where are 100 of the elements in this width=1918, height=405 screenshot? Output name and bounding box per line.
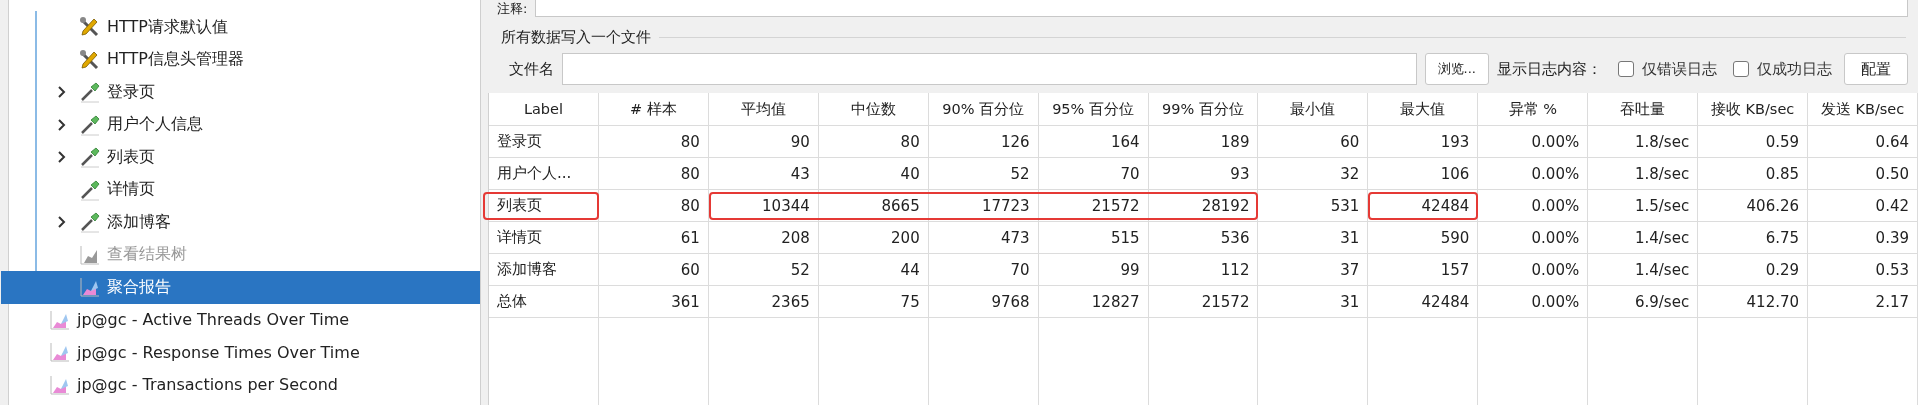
tree-item[interactable]: HTTP信息头管理器: [37, 43, 480, 76]
table-cell: 90: [708, 126, 819, 158]
column-header[interactable]: # 样本: [598, 93, 709, 126]
table-cell: 2.17: [1808, 286, 1918, 318]
file-name-label: 文件名: [509, 59, 554, 79]
table-cell: 12827: [1038, 286, 1149, 318]
table-cell: 6.9/sec: [1588, 286, 1699, 318]
table-cell: 31: [1258, 222, 1369, 254]
chart-icon: [79, 276, 101, 299]
table-cell: 361: [598, 286, 709, 318]
table-cell: 0.00%: [1478, 126, 1589, 158]
table-cell: 80: [598, 158, 709, 190]
table-cell: 106: [1368, 158, 1479, 190]
table-cell: 531: [1258, 190, 1369, 222]
comment-field[interactable]: [535, 0, 1908, 17]
chart-icon: [49, 308, 71, 331]
table-cell: 80: [818, 126, 929, 158]
table-cell: 0.59: [1698, 126, 1809, 158]
tree-item[interactable]: jp@gc - Transactions per Second: [9, 368, 480, 401]
table-cell: 99: [1038, 254, 1149, 286]
column-header[interactable]: 中位数: [818, 93, 929, 126]
table-cell: 43: [708, 158, 819, 190]
table-cell: 0.00%: [1478, 222, 1589, 254]
column-header[interactable]: Label: [489, 93, 599, 126]
table-cell: 70: [928, 254, 1039, 286]
tools-icon: [79, 48, 101, 71]
table-cell: 80: [598, 126, 709, 158]
table-cell: 10344: [708, 190, 819, 222]
table-cell: 52: [928, 158, 1039, 190]
table-cell: 189: [1148, 126, 1259, 158]
table-cell: 40: [818, 158, 929, 190]
table-cell: 32: [1258, 158, 1369, 190]
table-cell: 详情页: [489, 222, 599, 254]
table-cell: 0.50: [1808, 158, 1918, 190]
tree-item[interactable]: 详情页: [37, 173, 480, 206]
tree-item[interactable]: 聚合报告: [1, 271, 480, 304]
table-cell: 112: [1148, 254, 1259, 286]
table-cell: 80: [598, 190, 709, 222]
tree-item[interactable]: jp@gc - Active Threads Over Time: [9, 303, 480, 336]
table-cell: 0.00%: [1478, 286, 1589, 318]
tree-item[interactable]: jp@gc - Response Times Over Time: [9, 336, 480, 369]
table-cell: 添加博客: [489, 254, 599, 286]
table-cell: 61: [598, 222, 709, 254]
table-cell: 0.42: [1808, 190, 1918, 222]
table-cell: 193: [1368, 126, 1479, 158]
column-header[interactable]: 接收 KB/sec: [1698, 93, 1809, 126]
chart-icon: [49, 373, 71, 396]
table-cell: 1.5/sec: [1588, 190, 1699, 222]
tree-item[interactable]: 用户个人信息: [37, 108, 480, 141]
chart-icon: [79, 243, 101, 266]
table-cell: 0.53: [1808, 254, 1918, 286]
column-header[interactable]: 吞吐量: [1588, 93, 1699, 126]
tree-item[interactable]: 登录页: [37, 76, 480, 109]
file-name-field[interactable]: [562, 53, 1417, 85]
browse-button[interactable]: 浏览...: [1424, 53, 1489, 85]
table-cell: 0.85: [1698, 158, 1809, 190]
config-button[interactable]: 配置: [1844, 53, 1908, 85]
table-cell: 总体: [489, 286, 599, 318]
comment-label: 注释:: [497, 0, 528, 16]
chart-icon: [49, 341, 71, 364]
table-cell: 536: [1148, 222, 1259, 254]
column-header[interactable]: 99% 百分位: [1148, 93, 1259, 126]
checkbox[interactable]: [1733, 61, 1749, 77]
table-cell: 列表页: [489, 190, 599, 222]
table-cell: 17723: [928, 190, 1039, 222]
table-cell: 208: [708, 222, 819, 254]
table-cell: 406.26: [1698, 190, 1809, 222]
column-header[interactable]: 90% 百分位: [928, 93, 1039, 126]
column-header[interactable]: 最小值: [1258, 93, 1369, 126]
table-cell: 登录页: [489, 126, 599, 158]
column-header[interactable]: 平均值: [708, 93, 819, 126]
table-cell: 28192: [1148, 190, 1259, 222]
column-header[interactable]: 95% 百分位: [1038, 93, 1149, 126]
tree-item[interactable]: HTTP请求默认值: [37, 11, 480, 44]
table-cell: 52: [708, 254, 819, 286]
table-cell: 412.70: [1698, 286, 1809, 318]
table-cell: 37: [1258, 254, 1369, 286]
checkbox[interactable]: [1618, 61, 1634, 77]
table-cell: 515: [1038, 222, 1149, 254]
table-cell: 473: [928, 222, 1039, 254]
table-cell: 44: [818, 254, 929, 286]
table-cell: 1.8/sec: [1588, 158, 1699, 190]
table-cell: 1.8/sec: [1588, 126, 1699, 158]
column-header[interactable]: 异常 %: [1478, 93, 1589, 126]
tree-item[interactable]: 列表页: [37, 141, 480, 174]
checkbox-label: 仅成功日志: [1757, 59, 1832, 79]
table-cell: 21572: [1038, 190, 1149, 222]
table-cell: 42484: [1368, 286, 1479, 318]
column-header[interactable]: 最大值: [1368, 93, 1479, 126]
table-cell: 2365: [708, 286, 819, 318]
column-header[interactable]: 发送 KB/sec: [1808, 93, 1918, 126]
table-cell: 60: [1258, 126, 1369, 158]
table-cell: 590: [1368, 222, 1479, 254]
table-cell: 42484: [1368, 190, 1479, 222]
table-cell: 75: [818, 286, 929, 318]
table-cell: 0.00%: [1478, 158, 1589, 190]
tree-item[interactable]: 添加博客: [37, 206, 480, 239]
table-cell: 93: [1148, 158, 1259, 190]
pipette-icon: [79, 113, 101, 136]
table-cell: 0.64: [1808, 126, 1918, 158]
